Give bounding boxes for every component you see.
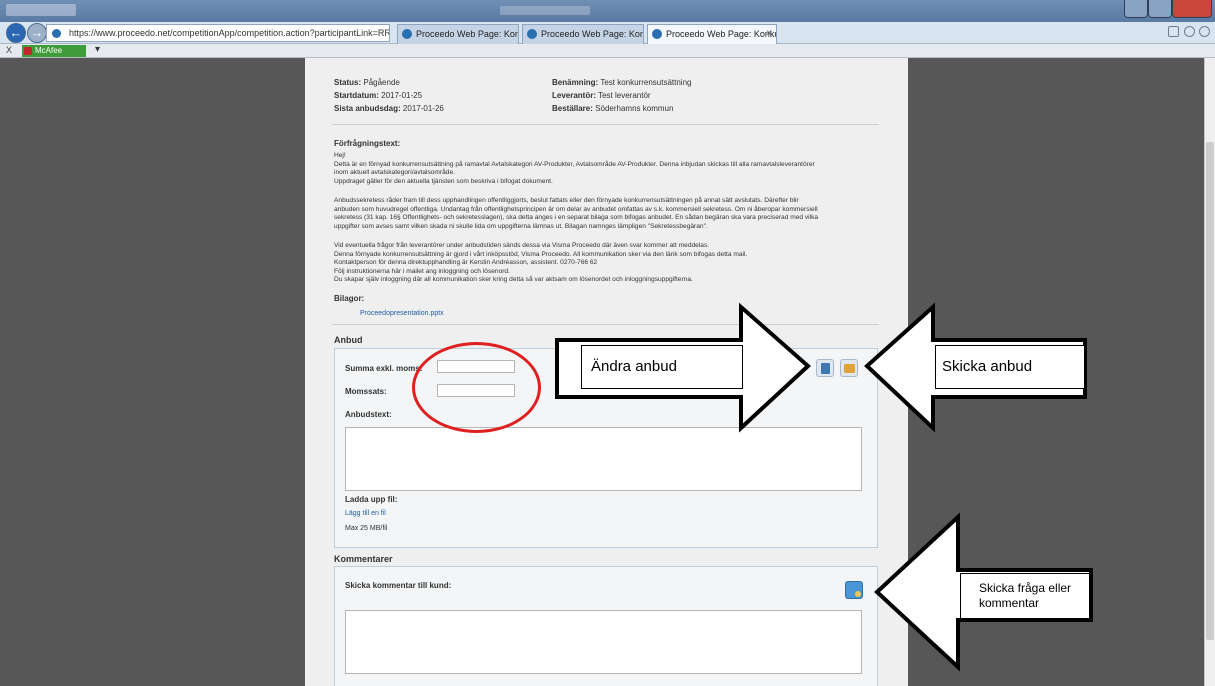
question-comment-callout: Skicka fråga eller kommentar <box>960 573 1090 619</box>
callout-line-1: Skicka fråga eller <box>979 581 1072 595</box>
edit-bid-callout: Ändra anbud <box>581 345 743 389</box>
callout-line-2: kommentar <box>979 596 1040 610</box>
send-bid-callout: Skicka anbud <box>935 345 1085 389</box>
